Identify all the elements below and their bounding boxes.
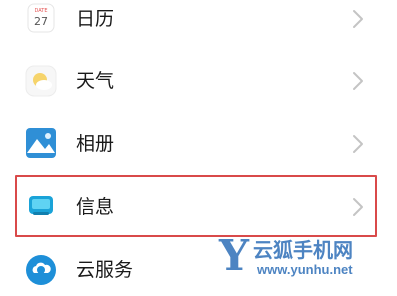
- calendar-icon-badge: DATE: [34, 8, 47, 14]
- list-item-weather[interactable]: 天气: [0, 50, 397, 112]
- chevron-right-icon: [352, 197, 364, 217]
- list-item-gallery[interactable]: 相册: [0, 113, 397, 175]
- list-item-cloud-service[interactable]: 云服务: [0, 238, 397, 296]
- list-item-label: 云服务: [76, 259, 134, 281]
- weather-icon: [25, 65, 57, 97]
- gallery-icon: [25, 127, 57, 159]
- list-item-messages[interactable]: 信息: [0, 175, 397, 237]
- app-settings-list: DATE 27 日历 天气 相册 信息 云服务: [0, 0, 397, 296]
- list-item-label: 信息: [76, 196, 115, 218]
- calendar-icon: DATE 27: [25, 2, 57, 34]
- list-item-calendar[interactable]: DATE 27 日历: [0, 0, 397, 50]
- chevron-right-icon: [352, 134, 364, 154]
- list-item-label: 日历: [76, 8, 115, 30]
- calendar-icon-date: 27: [34, 15, 48, 28]
- list-item-label: 相册: [76, 133, 115, 155]
- cloud-service-icon: [25, 254, 57, 286]
- chevron-right-icon: [352, 9, 364, 29]
- chevron-right-icon: [352, 71, 364, 91]
- list-item-label: 天气: [76, 70, 115, 92]
- messages-icon: [25, 190, 57, 222]
